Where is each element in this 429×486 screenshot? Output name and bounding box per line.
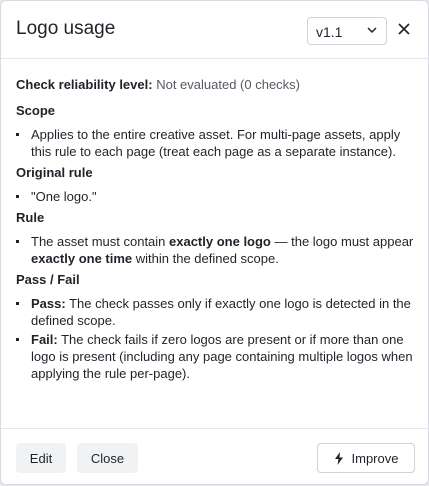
fail-label: Fail:	[31, 332, 58, 347]
list-item: Applies to the entire creative asset. Fo…	[16, 126, 416, 160]
rule-bold-2: exactly one time	[31, 251, 133, 266]
dialog-header: Logo usage v1.1	[1, 1, 428, 59]
list-item: Fail: The check fails if zero logos are …	[16, 331, 416, 382]
improve-button[interactable]: Improve	[317, 443, 415, 473]
rule-title: Rule	[16, 210, 45, 225]
pass-fail-title: Pass / Fail	[16, 272, 80, 287]
pass-label: Pass:	[31, 296, 66, 311]
rule-details: Check reliability level: Not evaluated (…	[16, 76, 416, 384]
scope-title: Scope	[16, 103, 56, 118]
pass-fail-list: Pass: The check passes only if exactly o…	[16, 295, 416, 382]
close-icon[interactable]	[396, 21, 412, 37]
list-item: Pass: The check passes only if exactly o…	[16, 295, 416, 329]
rule-text-2: — the logo must appear	[270, 234, 414, 249]
pass-text: The check passes only if exactly one log…	[31, 296, 411, 328]
version-select[interactable]: v1.1	[307, 17, 387, 45]
reliability-line: Check reliability level: Not evaluated (…	[16, 76, 416, 93]
chevron-down-icon	[367, 27, 377, 34]
reliability-label: Check reliability level:	[16, 77, 153, 92]
original-rule-title: Original rule	[16, 165, 93, 180]
bolt-icon	[334, 451, 343, 465]
close-button[interactable]: Close	[77, 443, 138, 473]
improve-label: Improve	[351, 450, 399, 466]
list-item: The asset must contain exactly one logo …	[16, 233, 416, 267]
dialog-title: Logo usage	[16, 18, 116, 39]
rule-text-1: The asset must contain	[31, 234, 170, 249]
original-rule-list: "One logo."	[16, 188, 416, 205]
dialog-footer: Edit Close Improve	[1, 428, 428, 486]
rule-text-3: within the defined scope.	[132, 251, 279, 266]
version-value: v1.1	[316, 24, 343, 40]
edit-button[interactable]: Edit	[16, 443, 66, 473]
rule-bold-1: exactly one logo	[169, 234, 271, 249]
reliability-value: Not evaluated (0 checks)	[156, 77, 300, 92]
scope-list: Applies to the entire creative asset. Fo…	[16, 126, 416, 160]
fail-text: The check fails if zero logos are presen…	[31, 332, 413, 381]
rule-list: The asset must contain exactly one logo …	[16, 233, 416, 267]
list-item: "One logo."	[16, 188, 416, 205]
logo-usage-dialog: Logo usage v1.1 Check reliability level:…	[0, 0, 429, 485]
